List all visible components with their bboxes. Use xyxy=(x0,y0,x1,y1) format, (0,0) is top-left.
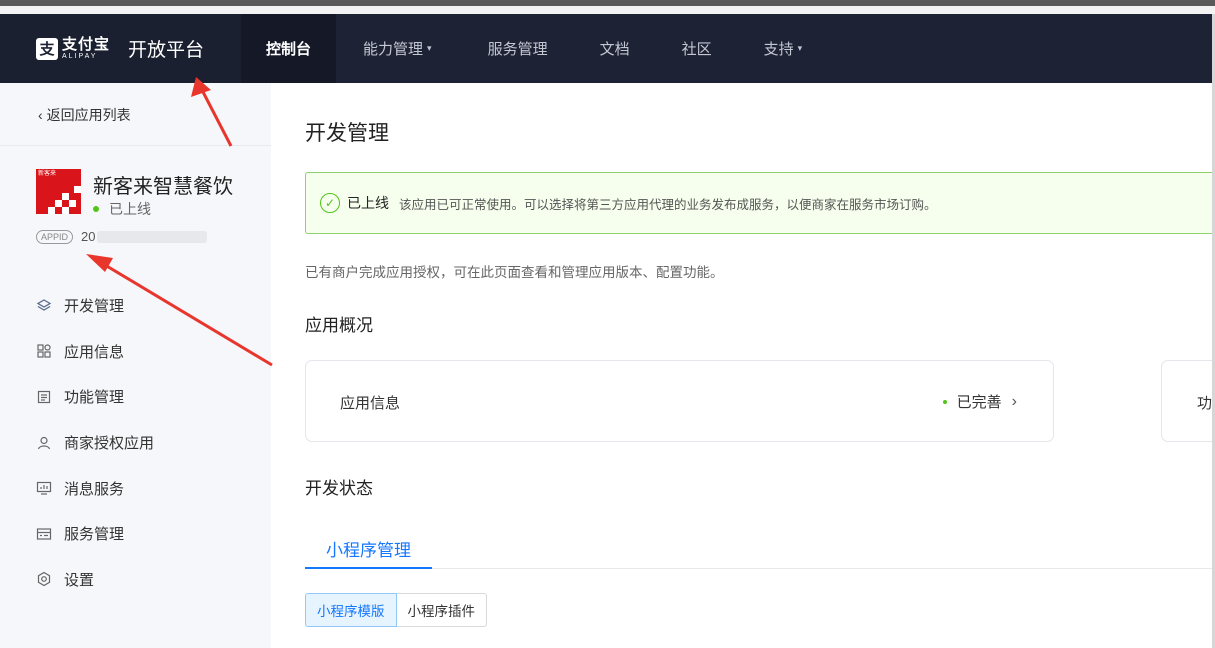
platform-title: 开放平台 xyxy=(128,40,205,61)
nav-item-label: 文档 xyxy=(599,41,630,58)
caret-down-icon: ▾ xyxy=(427,43,432,53)
sidebar-item-label: 消息服务 xyxy=(64,480,125,498)
nav-item-label: 控制台 xyxy=(266,41,312,58)
back-to-app-list-link[interactable]: ‹ 返回应用列表 xyxy=(38,105,131,125)
apps-grid-icon xyxy=(36,343,52,359)
overview-section-title: 应用概况 xyxy=(305,316,373,335)
caret-down-icon: ▾ xyxy=(797,43,803,53)
app-logo: 新客来 xyxy=(36,169,81,214)
app-info-card[interactable]: 应用信息 已完善 › xyxy=(305,360,1054,442)
page-title: 开发管理 xyxy=(305,122,389,145)
card-status: 已完善 › xyxy=(942,391,1017,412)
nav-item-capability[interactable]: 能力管理 ▾ xyxy=(363,14,432,83)
status-alert: ✓ 已上线 该应用已可正常使用。可以选择将第三方应用代理的业务发布成服务，以便商… xyxy=(305,172,1215,234)
user-icon xyxy=(36,435,52,451)
monitor-chart-icon xyxy=(36,480,52,496)
panel-icon xyxy=(36,526,52,542)
nav-item-docs[interactable]: 文档 xyxy=(600,14,630,83)
segment-mini-program-template[interactable]: 小程序模版 xyxy=(305,593,397,627)
sidebar-item-label: 功能管理 xyxy=(64,389,125,407)
window-top-gap xyxy=(0,6,1215,14)
back-link-label: 返回应用列表 xyxy=(46,107,131,123)
sidebar-item-settings[interactable]: 设置 xyxy=(0,557,271,603)
nav-item-label: 能力管理 xyxy=(363,41,424,58)
nav-item-community[interactable]: 社区 xyxy=(682,14,712,83)
app-status: 已上线 xyxy=(93,199,151,219)
card-status-label: 已完善 xyxy=(956,394,1002,411)
tab-bar: 小程序管理 xyxy=(305,529,1215,569)
appid-redacted xyxy=(97,230,208,243)
logo-cn-text: 支付宝 xyxy=(62,36,111,53)
alipay-logo-icon: 支 xyxy=(36,37,58,60)
app-name: 新客来智慧餐饮 xyxy=(93,176,233,198)
chevron-right-icon: › xyxy=(1011,392,1017,410)
check-circle-icon: ✓ xyxy=(320,193,340,213)
gear-icon xyxy=(36,571,52,587)
sidebar-item-message-service[interactable]: 消息服务 xyxy=(0,465,271,511)
nav-item-label: 支持 xyxy=(763,41,794,58)
alert-title: 已上线 xyxy=(347,195,389,211)
segmented-control: 小程序模版 小程序插件 xyxy=(305,593,487,627)
sidebar-item-label: 服务管理 xyxy=(64,526,125,544)
nav-item-label: 社区 xyxy=(681,41,712,58)
sidebar-menu: 开发管理 应用信息 功能管理 商家授权应用 消息服务 服务管理 设置 xyxy=(0,283,271,602)
status-dot-icon xyxy=(942,399,947,404)
sidebar-item-label: 应用信息 xyxy=(64,343,125,361)
divider xyxy=(0,145,271,146)
sidebar: ‹ 返回应用列表 新客来 新客来智慧餐饮 已上线 APPID 20 开发管理 应… xyxy=(0,83,271,648)
sidebar-item-merchant-auth[interactable]: 商家授权应用 xyxy=(0,420,271,466)
sidebar-item-label: 开发管理 xyxy=(64,298,125,316)
nav-menu: 控制台 能力管理 ▾ 服务管理 文档 社区 支持 ▾ xyxy=(241,14,802,83)
chevron-left-icon: ‹ xyxy=(38,107,43,123)
alert-text: 该应用已可正常使用。可以选择将第三方应用代理的业务发布成服务，以便商家在服务市场… xyxy=(399,197,937,212)
sidebar-item-app-info[interactable]: 应用信息 xyxy=(0,329,271,375)
nav-item-label: 服务管理 xyxy=(487,41,548,58)
alipay-wordmark: 支付宝 ALIPAY xyxy=(62,37,110,60)
document-icon xyxy=(36,389,52,405)
card-label: 应用信息 xyxy=(340,395,401,412)
app-status-label: 已上线 xyxy=(109,201,151,217)
appid-value: 20 xyxy=(81,229,96,244)
sidebar-item-service-management[interactable]: 服务管理 xyxy=(0,511,271,557)
sidebar-item-label: 设置 xyxy=(64,571,95,589)
sidebar-item-dev-management[interactable]: 开发管理 xyxy=(0,283,271,329)
appid-badge: APPID xyxy=(36,229,74,244)
segment-mini-program-plugin[interactable]: 小程序插件 xyxy=(396,593,487,627)
layers-icon xyxy=(36,298,52,314)
nav-item-service[interactable]: 服务管理 xyxy=(488,14,548,83)
appid-row: APPID 20 xyxy=(36,229,208,244)
sidebar-item-feature-management[interactable]: 功能管理 xyxy=(0,374,271,420)
alipay-logo-block[interactable]: 支 支付宝 ALIPAY 开放平台 xyxy=(0,14,241,83)
top-navigation-bar: 支 支付宝 ALIPAY 开放平台 控制台 能力管理 ▾ 服务管理 文档 社区 … xyxy=(0,14,1215,83)
feature-card[interactable]: 功 xyxy=(1161,360,1215,442)
app-logo-text: 新客来 xyxy=(38,171,57,177)
main-content: 开发管理 ✓ 已上线 该应用已可正常使用。可以选择将第三方应用代理的业务发布成服… xyxy=(271,83,1215,648)
logo-en-text: ALIPAY xyxy=(62,53,98,60)
tab-mini-program-management[interactable]: 小程序管理 xyxy=(305,529,432,569)
page-description: 已有商户完成应用授权，可在此页面查看和管理应用版本、配置功能。 xyxy=(305,265,724,280)
dev-status-section-title: 开发状态 xyxy=(305,479,373,498)
sidebar-item-label: 商家授权应用 xyxy=(64,435,155,453)
nav-item-console[interactable]: 控制台 xyxy=(241,14,337,83)
nav-item-support[interactable]: 支持 ▾ xyxy=(764,14,803,83)
status-dot-icon xyxy=(93,206,99,212)
card-label: 功 xyxy=(1197,395,1213,412)
